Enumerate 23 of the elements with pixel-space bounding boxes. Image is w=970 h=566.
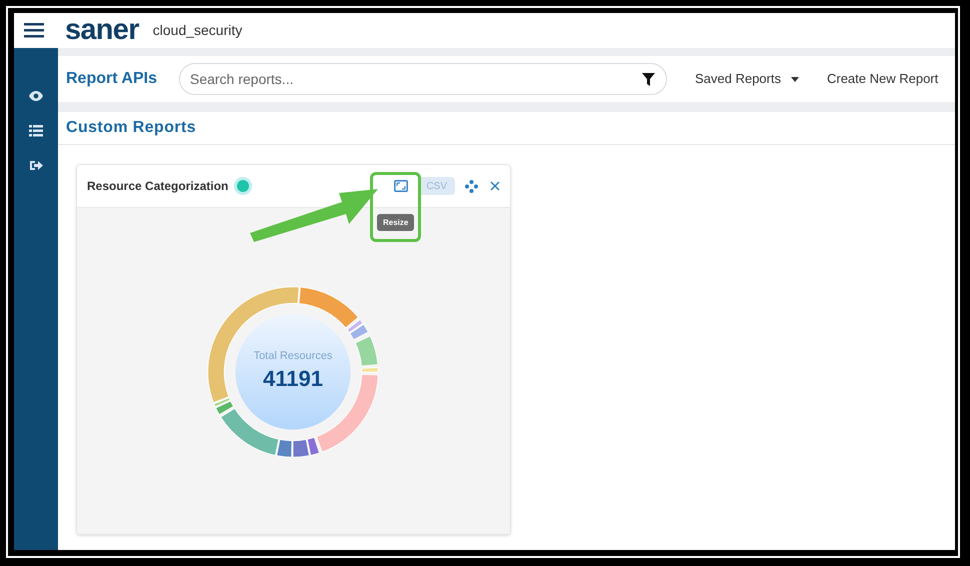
highlight-box <box>370 172 421 242</box>
caret-icon <box>790 76 799 82</box>
resize-icon[interactable] <box>394 180 408 192</box>
eye-icon[interactable] <box>29 90 43 100</box>
chart-total: 41191 <box>263 364 323 392</box>
status-dot-icon <box>234 177 252 195</box>
logout-icon[interactable] <box>30 160 42 171</box>
logo: saner <box>65 16 139 45</box>
create-report-button[interactable]: Create New Report <box>826 69 938 89</box>
chart-label: Total Resources <box>254 349 332 364</box>
filter-icon[interactable] <box>642 73 655 86</box>
list-icon[interactable] <box>29 124 43 136</box>
workspace-name: cloud_security <box>152 21 242 40</box>
close-icon[interactable] <box>490 181 500 191</box>
donut-slice <box>292 439 310 458</box>
section-title: Custom Reports <box>66 118 196 138</box>
move-icon[interactable] <box>465 180 478 192</box>
tooltip: Resize <box>377 214 414 231</box>
menu-icon[interactable] <box>24 23 44 38</box>
widget-title: Resource Categorization <box>87 178 228 195</box>
saved-reports-dropdown[interactable]: Saved Reports <box>694 69 799 89</box>
search-field[interactable]: Search reports... <box>178 63 667 95</box>
page-title: Report APIs <box>66 69 157 89</box>
